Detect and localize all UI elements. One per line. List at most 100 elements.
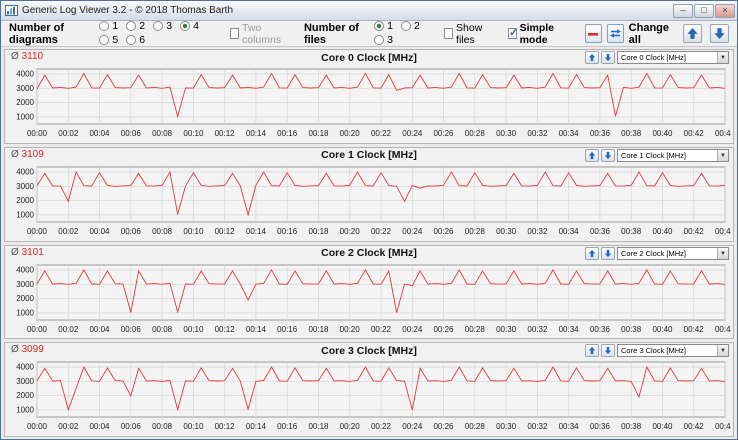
- svg-text:00:12: 00:12: [215, 129, 236, 138]
- chart-panel-core0: Ø 3110 Core 0 Clock [MHz] Core 0 Clock […: [4, 49, 734, 144]
- svg-text:00:18: 00:18: [308, 422, 329, 431]
- radio-icon: [153, 20, 164, 31]
- svg-text:00:42: 00:42: [684, 129, 705, 138]
- svg-text:1000: 1000: [16, 308, 34, 317]
- diagrams-radio-4[interactable]: 4: [180, 20, 199, 32]
- title-bar[interactable]: Generic Log Viewer 3.2 - © 2018 Thomas B…: [1, 1, 737, 21]
- diagrams-radio-6[interactable]: 6: [126, 34, 145, 46]
- diagrams-radio-1[interactable]: 1: [99, 20, 118, 32]
- svg-text:00:38: 00:38: [621, 422, 642, 431]
- app-icon: [5, 5, 18, 16]
- svg-text:00:18: 00:18: [308, 129, 329, 138]
- svg-text:00:00: 00:00: [27, 325, 48, 334]
- diagrams-radio-3[interactable]: 3: [153, 20, 172, 32]
- simple-mode-checkbox[interactable]: Simple mode: [507, 22, 568, 46]
- move-chart-down-button[interactable]: [601, 344, 615, 358]
- refresh-icon: [609, 29, 621, 38]
- red-dash-button[interactable]: [584, 24, 602, 43]
- refresh-button[interactable]: [606, 24, 624, 43]
- svg-text:00:24: 00:24: [402, 227, 423, 236]
- close-button[interactable]: ×: [715, 3, 735, 18]
- svg-text:00:22: 00:22: [371, 129, 392, 138]
- svg-text:00:30: 00:30: [496, 227, 517, 236]
- change-all-group: Change all: [629, 22, 729, 46]
- svg-text:00:04: 00:04: [89, 129, 110, 138]
- arrow-up-icon: [588, 151, 596, 159]
- svg-text:00:24: 00:24: [402, 129, 423, 138]
- chevron-down-icon: ▼: [717, 52, 728, 63]
- svg-text:00:26: 00:26: [433, 227, 454, 236]
- svg-text:00:20: 00:20: [340, 325, 361, 334]
- svg-text:00:28: 00:28: [465, 129, 486, 138]
- panel-header: Ø 3110 Core 0 Clock [MHz] Core 0 Clock […: [5, 50, 733, 65]
- panel-controls: Core 0 Clock [MHz] ▼: [585, 51, 729, 64]
- svg-text:00:08: 00:08: [152, 227, 173, 236]
- move-chart-up-button[interactable]: [585, 148, 599, 162]
- minimize-button[interactable]: –: [673, 3, 693, 18]
- chart-panel-core3: Ø 3099 Core 3 Clock [MHz] Core 3 Clock […: [4, 342, 734, 437]
- svg-text:3000: 3000: [16, 84, 34, 93]
- diagrams-label: Number of diagrams: [9, 21, 64, 46]
- maximize-button[interactable]: □: [694, 3, 714, 18]
- diagrams-radio-5[interactable]: 5: [99, 34, 118, 46]
- red-dash-icon: [588, 32, 599, 36]
- change-all-up-button[interactable]: [683, 24, 703, 43]
- svg-text:00:14: 00:14: [246, 129, 267, 138]
- arrow-down-icon: [604, 151, 612, 159]
- move-chart-down-button[interactable]: [601, 246, 615, 260]
- svg-text:00:04: 00:04: [89, 325, 110, 334]
- move-chart-down-button[interactable]: [601, 148, 615, 162]
- move-chart-up-button[interactable]: [585, 344, 599, 358]
- signal-dropdown[interactable]: Core 3 Clock [MHz] ▼: [617, 344, 729, 358]
- files-radio-3[interactable]: 3: [374, 34, 393, 46]
- svg-text:00:22: 00:22: [371, 422, 392, 431]
- show-files-checkbox[interactable]: Show files: [444, 22, 490, 46]
- svg-text:00:28: 00:28: [465, 325, 486, 334]
- signal-dropdown[interactable]: Core 2 Clock [MHz] ▼: [617, 246, 729, 260]
- radio-icon: [126, 34, 137, 45]
- svg-text:00:20: 00:20: [340, 129, 361, 138]
- files-label: Number of files: [303, 21, 359, 46]
- two-columns-checkbox[interactable]: Two columns: [230, 22, 287, 46]
- svg-text:3000: 3000: [16, 377, 34, 386]
- svg-text:00:40: 00:40: [652, 422, 673, 431]
- svg-text:00:34: 00:34: [559, 227, 580, 236]
- change-all-down-button[interactable]: [710, 24, 729, 43]
- svg-text:00:36: 00:36: [590, 129, 611, 138]
- files-radio-1[interactable]: 1: [374, 20, 393, 32]
- chart-title: Core 0 Clock [MHz]: [321, 51, 417, 64]
- svg-text:00:10: 00:10: [183, 325, 204, 334]
- svg-text:00:12: 00:12: [215, 325, 236, 334]
- diagrams-radio-2[interactable]: 2: [126, 20, 145, 32]
- svg-text:00:08: 00:08: [152, 129, 173, 138]
- svg-text:00:36: 00:36: [590, 422, 611, 431]
- svg-text:4000: 4000: [16, 167, 34, 176]
- svg-text:00:16: 00:16: [277, 227, 298, 236]
- svg-text:00:32: 00:32: [527, 422, 548, 431]
- move-chart-down-button[interactable]: [601, 51, 615, 64]
- svg-text:00:02: 00:02: [58, 227, 79, 236]
- svg-text:4000: 4000: [16, 265, 34, 274]
- average-value: Ø 3099: [11, 344, 44, 356]
- svg-text:00:14: 00:14: [246, 227, 267, 236]
- svg-text:1000: 1000: [16, 406, 34, 415]
- svg-text:00:08: 00:08: [152, 325, 173, 334]
- svg-text:00:18: 00:18: [308, 227, 329, 236]
- panel-header: Ø 3099 Core 3 Clock [MHz] Core 3 Clock […: [5, 343, 733, 358]
- svg-text:4000: 4000: [16, 70, 34, 79]
- line-chart-core3: 00:00 00:02 00:04 00:06 00:08 00:10 00:12 00:14…: [16, 361, 731, 431]
- radio-icon: [374, 34, 385, 45]
- signal-dropdown[interactable]: Core 1 Clock [MHz] ▼: [617, 148, 729, 162]
- svg-text:00:06: 00:06: [121, 422, 142, 431]
- svg-text:00:42: 00:42: [684, 227, 705, 236]
- line-chart-core0: 00:00 00:02 00:04 00:06 00:08 00:10 00:12 00:14…: [16, 68, 731, 138]
- signal-dropdown[interactable]: Core 0 Clock [MHz] ▼: [617, 51, 729, 64]
- svg-text:00:06: 00:06: [121, 227, 142, 236]
- panel-controls: Core 2 Clock [MHz] ▼: [585, 246, 729, 260]
- arrow-up-icon: [588, 53, 596, 62]
- files-radio-2[interactable]: 2: [401, 20, 420, 32]
- move-chart-up-button[interactable]: [585, 246, 599, 260]
- move-chart-up-button[interactable]: [585, 51, 599, 64]
- svg-text:00:00: 00:00: [27, 129, 48, 138]
- svg-text:00:08: 00:08: [152, 422, 173, 431]
